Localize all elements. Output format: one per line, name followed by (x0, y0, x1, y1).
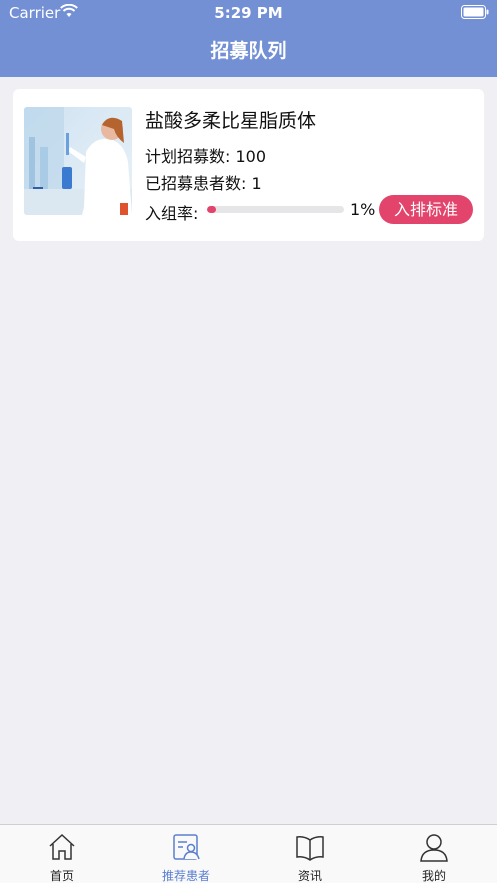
planned-enrollment: 计划招募数: 100 (145, 147, 267, 166)
enrollment-rate-label: 入组率: (145, 204, 199, 223)
criteria-button[interactable]: 入排标准 (379, 195, 473, 224)
tab-news[interactable]: 资讯 (248, 825, 372, 883)
status-time: 5:29 PM (214, 4, 283, 22)
tab-home-label: 首页 (49, 869, 74, 883)
enrollment-progress-bar (207, 206, 344, 213)
tab-home[interactable]: 首页 (0, 825, 124, 883)
study-drug-name: 盐酸多柔比星脂质体 (145, 110, 317, 132)
header: Carrier 5:29 PM 招募队列 (0, 0, 497, 77)
tab-recommend[interactable]: 推荐患者 (124, 825, 248, 883)
tab-mine-label: 我的 (421, 869, 446, 883)
enrollment-rate-value: 1% (350, 200, 376, 219)
recruited-patients: 已招募患者数: 1 (145, 174, 262, 193)
page-title: 招募队列 (210, 40, 287, 62)
home-icon (49, 833, 75, 860)
tab-mine[interactable]: 我的 (372, 825, 496, 883)
recommend-patient-icon (173, 834, 200, 860)
study-card[interactable]: 盐酸多柔比星脂质体 计划招募数: 100 已招募患者数: 1 入组率: 1% 入… (13, 89, 484, 241)
status-bar: Carrier 5:29 PM (0, 0, 497, 26)
enrollment-progress-fill (207, 206, 216, 213)
battery-icon (461, 5, 489, 19)
person-icon (420, 834, 448, 862)
lab-researcher-photo (24, 107, 132, 215)
tab-news-label: 资讯 (297, 869, 322, 883)
book-icon (296, 836, 324, 861)
tab-bar: 首页 推荐患者 资讯 我的 (0, 824, 497, 883)
tab-recommend-label: 推荐患者 (161, 869, 210, 883)
